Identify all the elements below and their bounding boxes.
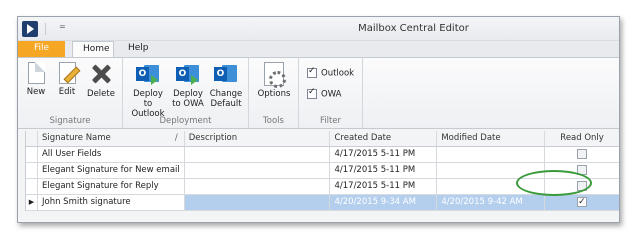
change-default-label-2: Default <box>210 99 242 109</box>
outlook-filter-check-icon <box>307 66 317 78</box>
read-only-checkbox[interactable] <box>577 148 588 159</box>
tab-file[interactable]: File <box>18 41 65 57</box>
cell-read-only[interactable] <box>545 195 619 210</box>
tools-group-label: Tools <box>263 116 284 126</box>
owa-filter-check-icon <box>307 87 317 99</box>
delete-button-label: Delete <box>87 89 115 99</box>
new-document-icon <box>27 62 45 84</box>
cell-modified-date[interactable]: 4/20/2015 9-42 AM <box>437 195 546 210</box>
tools-group: Options Tools <box>249 58 299 128</box>
tab-home[interactable]: Home <box>72 41 114 58</box>
cell-description[interactable] <box>185 163 331 178</box>
cell-description[interactable] <box>185 179 331 194</box>
ribbon-tabs: File Home Help <box>18 41 619 58</box>
cell-signature-name[interactable]: All User Fields <box>38 147 185 162</box>
outlook-filter-label: Outlook <box>321 68 355 79</box>
column-header-created-date[interactable]: Created Date <box>330 131 438 146</box>
header-indicator <box>26 131 38 146</box>
options-button-label: Options <box>257 89 291 99</box>
highlight-annotation <box>516 170 592 196</box>
ribbon: New Edit Delete Signature O Deploy to Ou… <box>18 57 619 129</box>
change-default-label-1: Change <box>209 89 243 99</box>
cell-created-date[interactable]: 4/17/2015 5-11 PM <box>330 179 438 194</box>
signatures-grid: Signature Name / Description Created Date… <box>25 131 619 211</box>
cell-signature-name[interactable]: Elegant Signature for Reply <box>38 179 185 194</box>
delete-button[interactable]: Delete <box>85 62 117 99</box>
cell-created-date[interactable]: 4/20/2015 9-34 AM <box>330 195 438 210</box>
signature-group-label: Signature <box>49 116 91 126</box>
column-header-signature-name[interactable]: Signature Name / <box>38 131 185 146</box>
filter-group: Outlook OWA Filter <box>299 58 363 128</box>
table-row-selected[interactable]: ▶ John Smith signature 4/20/2015 9-34 AM… <box>26 195 619 211</box>
signature-group: New Edit Delete Signature <box>18 58 123 128</box>
change-default-button[interactable]: O Change Default <box>209 62 243 109</box>
owa-filter-checkbox[interactable]: OWA <box>307 87 342 100</box>
edit-button-label: Edit <box>58 87 76 97</box>
owa-deploy-icon: O <box>176 62 200 86</box>
filter-group-label: Filter <box>319 116 342 126</box>
cell-signature-name[interactable]: John Smith signature <box>38 195 185 210</box>
new-button[interactable]: New <box>24 62 48 97</box>
options-button[interactable]: Options <box>256 62 292 99</box>
cell-signature-name[interactable]: Elegant Signature for New email <box>38 163 185 178</box>
row-indicator <box>26 163 38 178</box>
delete-x-icon <box>90 62 112 86</box>
owa-filter-label: OWA <box>321 89 342 100</box>
grid-header: Signature Name / Description Created Date… <box>26 131 619 147</box>
column-header-modified-date[interactable]: Modified Date <box>437 131 546 146</box>
current-row-arrow-icon: ▶ <box>26 195 38 210</box>
column-header-description[interactable]: Description <box>185 131 331 146</box>
edit-button[interactable]: Edit <box>55 62 79 97</box>
table-row[interactable]: All User Fields 4/17/2015 5-11 PM <box>26 147 619 163</box>
deploy-owa-label-2: to OWA <box>172 99 204 109</box>
outlook-filter-checkbox[interactable]: Outlook <box>307 66 355 79</box>
cell-modified-date[interactable] <box>437 147 546 162</box>
column-header-read-only[interactable]: Read Only <box>545 131 619 146</box>
row-indicator <box>26 147 38 162</box>
outlook-default-icon: O <box>214 62 238 86</box>
cell-description[interactable] <box>184 195 331 210</box>
deploy-to-outlook-button[interactable]: O Deploy to Outlook <box>129 62 167 119</box>
cell-created-date[interactable]: 4/17/2015 5-11 PM <box>330 147 438 162</box>
tab-help[interactable]: Help <box>118 41 159 57</box>
options-settings-icon <box>264 62 286 88</box>
window-title: Mailbox Central Editor <box>358 23 469 34</box>
deploy-outlook-label-1: Deploy to <box>133 89 163 109</box>
deployment-group: O Deploy to Outlook O Deploy to OWA O Ch… <box>123 58 249 128</box>
outlook-deploy-icon: O <box>136 62 160 86</box>
edit-pencil-icon <box>58 62 76 84</box>
row-indicator <box>26 179 38 194</box>
title-bar: = Mailbox Central Editor <box>18 17 619 41</box>
deploy-owa-label-1: Deploy <box>173 89 203 99</box>
deploy-to-owa-button[interactable]: O Deploy to OWA <box>171 62 205 109</box>
deployment-group-label: Deployment <box>159 116 212 126</box>
read-only-checkbox-checked[interactable] <box>577 195 588 210</box>
cell-read-only[interactable] <box>545 147 619 162</box>
cell-created-date[interactable]: 4/17/2015 5-11 PM <box>330 163 438 178</box>
new-button-label: New <box>26 87 46 97</box>
cell-description[interactable] <box>185 147 331 162</box>
sort-indicator-icon: / <box>174 133 178 143</box>
